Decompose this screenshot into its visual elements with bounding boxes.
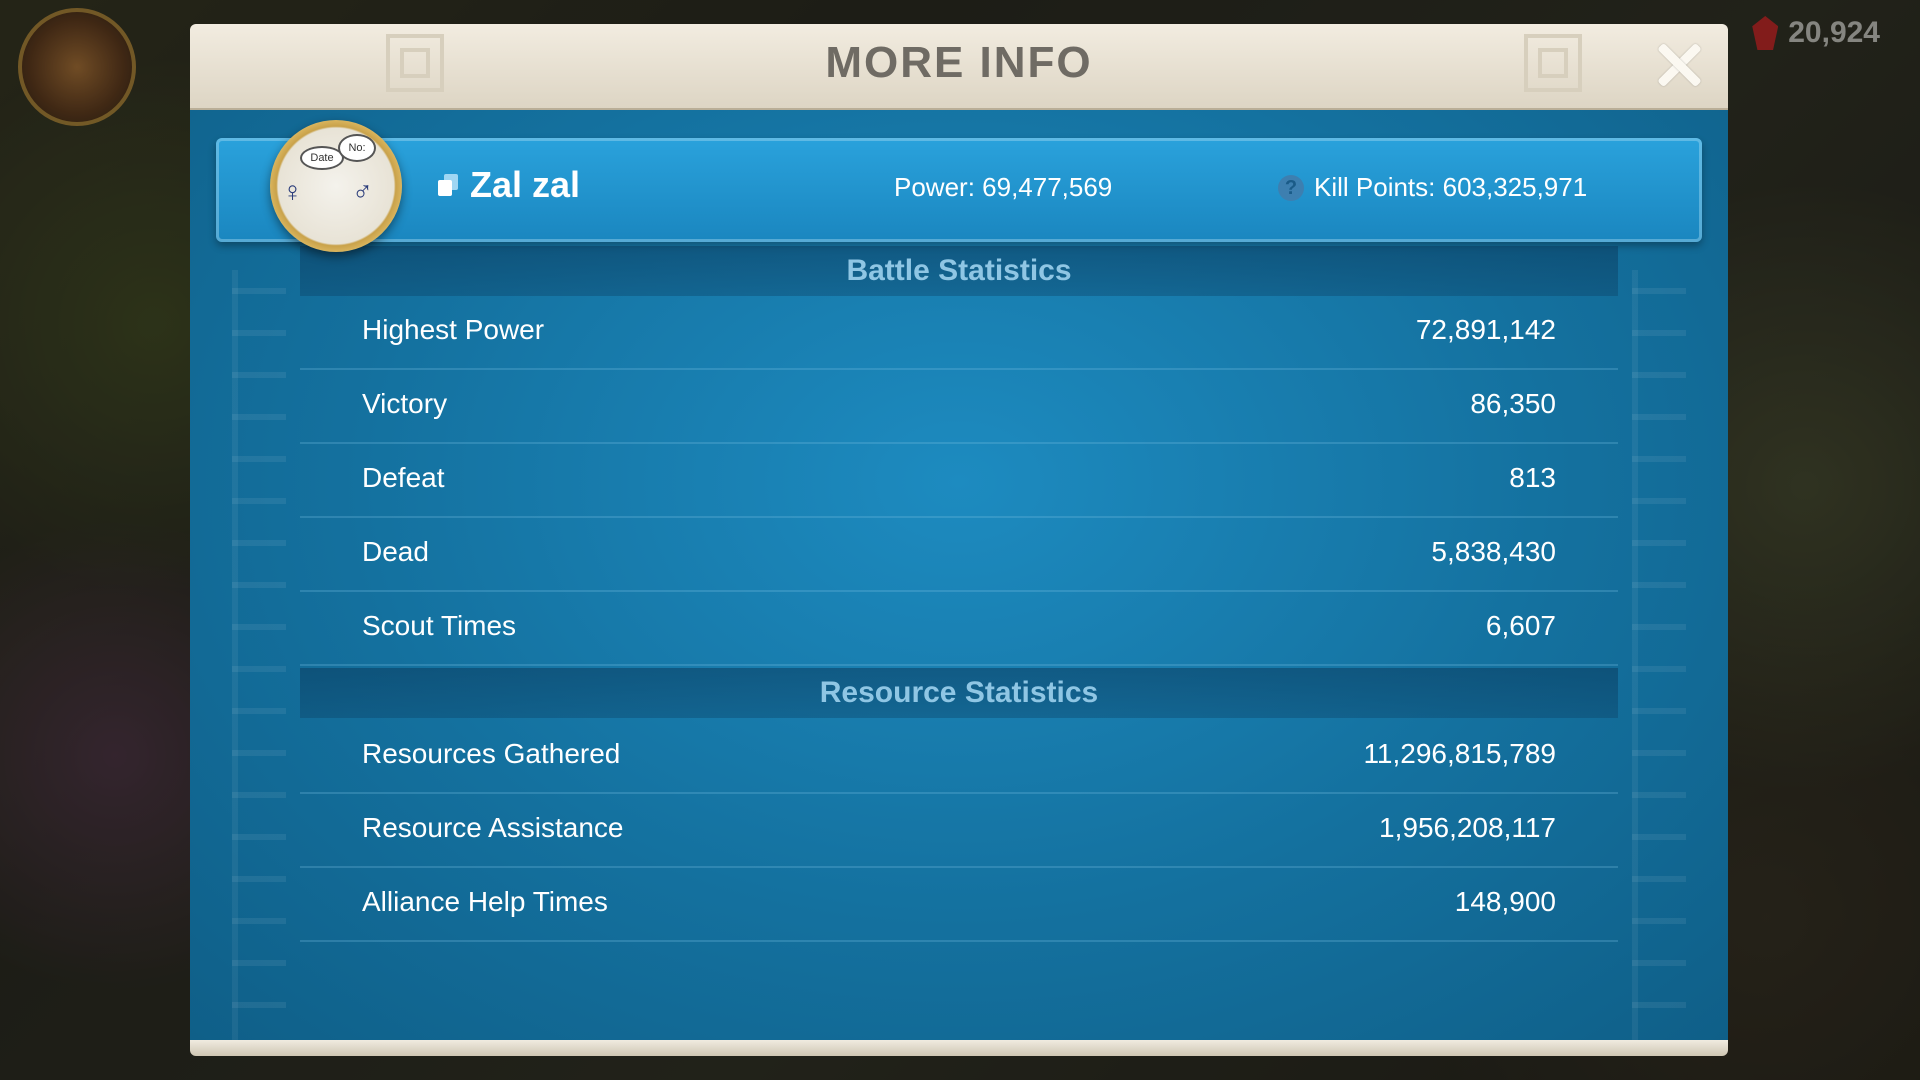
border-pattern: [1632, 270, 1686, 1050]
stat-label: Defeat: [362, 462, 445, 493]
stat-value: 11,296,815,789: [1363, 738, 1556, 769]
battle-statistics-title: Battle Statistics: [300, 246, 1618, 296]
gem-icon: [1752, 16, 1779, 50]
border-pattern: [232, 270, 286, 1050]
copy-icon[interactable]: [438, 174, 460, 196]
stat-label: Victory: [362, 388, 448, 419]
stat-value: 813: [1509, 462, 1556, 493]
gem-count: 20,924: [1788, 16, 1880, 49]
stat-label: Resources Gathered: [362, 738, 621, 769]
gem-counter: 20,924: [1752, 16, 1880, 50]
stat-label: Scout Times: [362, 610, 517, 641]
stat-row: Defeat 813: [300, 444, 1618, 518]
stat-label: Dead: [362, 536, 429, 567]
stat-row: Alliance Help Times 148,900: [300, 868, 1618, 942]
stat-label: Alliance Help Times: [362, 886, 608, 917]
kill-points-group: ? Kill Points: 603,325,971: [1278, 172, 1587, 203]
player-avatar[interactable]: Date No: ♀ ♂: [270, 120, 402, 252]
stat-row: Highest Power 72,891,142: [300, 296, 1618, 370]
avatar-no-bubble: No:: [338, 134, 376, 162]
stick-figure-icon: ♂: [352, 176, 373, 207]
stat-label: Resource Assistance: [362, 812, 624, 843]
more-info-dialog: MORE INFO Date No: ♀ ♂ Zal zal Power: 69…: [190, 24, 1728, 1056]
dialog-footer: [190, 1040, 1728, 1056]
stat-row: Scout Times 6,607: [300, 592, 1618, 666]
stat-value: 148,900: [1454, 886, 1556, 917]
stat-value: 86,350: [1470, 388, 1556, 419]
kill-points: Kill Points: 603,325,971: [1314, 172, 1588, 202]
kingdom-emblem-icon: [18, 8, 136, 126]
player-power: Power: 69,477,569: [894, 172, 1113, 202]
stat-value: 5,838,430: [1431, 536, 1556, 567]
stat-row: Resources Gathered 11,296,815,789: [300, 720, 1618, 794]
stat-value: 72,891,142: [1415, 314, 1556, 345]
player-name: Zal zal: [470, 164, 581, 205]
player-name-group: Zal zal: [438, 164, 580, 206]
stick-figure-icon: ♀: [282, 176, 303, 207]
close-icon[interactable]: [1654, 40, 1704, 90]
stat-label: Highest Power: [362, 314, 545, 345]
stat-row: Dead 5,838,430: [300, 518, 1618, 592]
stat-value: 1,956,208,117: [1379, 812, 1556, 843]
stat-value: 6,607: [1485, 610, 1556, 641]
stat-row: Resource Assistance 1,956,208,117: [300, 794, 1618, 868]
resource-statistics-title: Resource Statistics: [300, 668, 1618, 718]
dialog-header: MORE INFO: [190, 24, 1728, 108]
dialog-title: MORE INFO: [825, 38, 1093, 87]
stat-row: Victory 86,350: [300, 370, 1618, 444]
help-icon[interactable]: ?: [1278, 174, 1304, 201]
